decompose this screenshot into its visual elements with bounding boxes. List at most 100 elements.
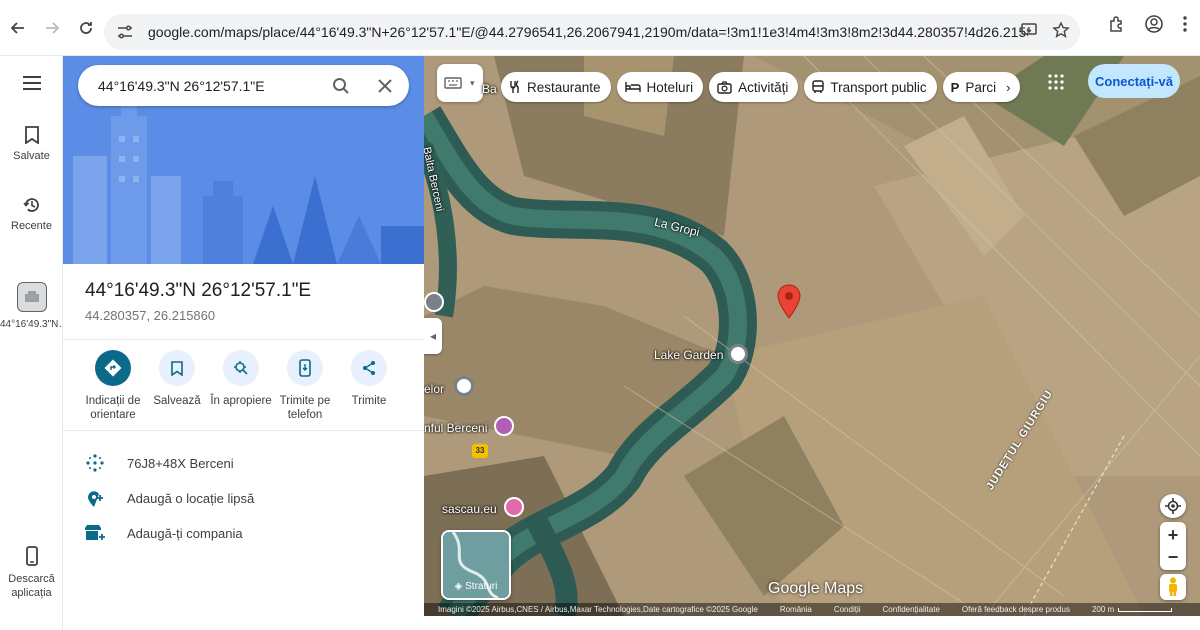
bed-icon [624, 81, 641, 93]
google-maps-watermark: Google Maps [768, 580, 864, 597]
keyboard-icon [444, 77, 462, 89]
saved-label: Salvate [13, 150, 50, 162]
layers-button[interactable]: ◈ Straturi [441, 530, 511, 600]
map-attribution: Imagini ©2025 Airbus,CNES / Airbus,Maxar… [424, 603, 1200, 616]
attribution-country[interactable]: România [780, 605, 812, 614]
share-button[interactable]: Trimite [337, 350, 401, 422]
place-title: 44°16'49.3"N 26°12'57.1"E [85, 280, 312, 301]
attribution-terms[interactable]: Condiții [834, 605, 861, 614]
search-box[interactable] [78, 65, 409, 106]
search-input[interactable] [98, 77, 318, 94]
chip-activities-label: Activități [738, 79, 789, 95]
url-text[interactable]: google.com/maps/place/44°16'49.3"N+26°12… [148, 24, 1028, 40]
apps-grid-icon[interactable] [1048, 74, 1064, 95]
my-location-button[interactable] [1160, 494, 1186, 518]
search-icon[interactable] [330, 75, 352, 97]
chip-restaurants[interactable]: Restaurante [501, 72, 611, 102]
address-bar[interactable]: google.com/maps/place/44°16'49.3"N+26°12… [104, 14, 1080, 50]
directions-icon [95, 350, 131, 386]
location-pin-icon[interactable] [776, 284, 802, 320]
nearby-label: În apropiere [210, 395, 272, 407]
museum-poi-icon[interactable] [494, 416, 514, 436]
chip-parking[interactable]: P Parci › [942, 72, 1021, 102]
camera-icon [717, 80, 732, 94]
add-business-icon [83, 524, 107, 542]
map-label-elor[interactable]: elor [424, 382, 444, 396]
map-canvas[interactable]: ◂ ▾ Restaurante Hoteluri Activități Tran… [424, 56, 1200, 616]
nearby-button[interactable]: În apropiere [209, 350, 273, 422]
zoom-out-icon[interactable]: − [1168, 546, 1179, 568]
save-label: Salvează [153, 395, 201, 407]
save-button[interactable]: Salvează [145, 350, 209, 422]
reload-icon[interactable] [70, 12, 102, 44]
collapse-panel-button[interactable]: ◂ [424, 318, 442, 354]
send-to-phone-icon [287, 350, 323, 386]
profile-icon[interactable] [1144, 14, 1164, 39]
museum-poi-icon[interactable] [424, 292, 444, 312]
map-label-berceni[interactable]: nful Berceni [424, 421, 487, 435]
hamburger-icon[interactable] [0, 76, 63, 90]
recent-place-button[interactable]: 44°16'49.3"N… [0, 282, 69, 331]
add-location-icon [83, 488, 107, 508]
attribution-imagery: Imagini ©2025 Airbus,CNES / Airbus,Maxar… [438, 605, 758, 614]
divider [63, 339, 424, 340]
phone-icon [0, 546, 63, 566]
nearby-icon [223, 350, 259, 386]
lake-garden-poi-icon[interactable] [728, 344, 748, 364]
chip-transit[interactable]: Transport public [804, 72, 937, 102]
recent-button[interactable]: Recente [0, 196, 63, 232]
add-missing-place-text: Adaugă o locație lipsă [127, 490, 255, 506]
shop-poi-icon[interactable] [504, 497, 524, 517]
bus-icon [812, 80, 825, 94]
layers-text: Straturi [465, 581, 498, 592]
add-missing-place-row[interactable]: Adaugă o locație lipsă [83, 486, 403, 510]
close-icon[interactable] [374, 75, 396, 97]
attribution-privacy[interactable]: Confidențialitate [883, 605, 940, 614]
map-label-ba: Ba [482, 82, 497, 96]
chip-hotels-label: Hoteluri [646, 79, 694, 95]
chip-hotels[interactable]: Hoteluri [616, 72, 704, 102]
plus-code-row[interactable]: 76J8+48X Berceni [83, 451, 403, 475]
pegman-icon [1169, 577, 1177, 596]
category-chips: Restaurante Hoteluri Activități Transpor… [501, 72, 1021, 102]
zoom-controls: + − [1160, 522, 1186, 570]
place-coordinates[interactable]: 44.280357, 26.215860 [85, 308, 215, 323]
download-app-button[interactable]: Descarcă aplicația [0, 546, 63, 600]
directions-button[interactable]: Indicații de orientare [81, 350, 145, 422]
chip-activities[interactable]: Activități [709, 72, 799, 102]
extensions-icon[interactable] [1108, 15, 1126, 38]
bookmark-star-icon[interactable] [1052, 21, 1070, 44]
install-app-icon[interactable] [1020, 21, 1038, 44]
menu-button[interactable] [0, 76, 63, 96]
attribution-feedback[interactable]: Oferă feedback despre produs [962, 605, 1070, 614]
scale-label[interactable]: 200 m [1092, 605, 1114, 614]
recent-place-label: 44°16'49.3"N… [0, 319, 69, 330]
history-icon [0, 196, 63, 214]
pegman-button[interactable] [1160, 574, 1186, 600]
browser-menu-icon[interactable] [1182, 15, 1188, 38]
action-bar: Indicații de orientare Salvează În aprop… [81, 350, 411, 422]
browser-toolbar: google.com/maps/place/44°16'49.3"N+26°12… [0, 0, 1200, 56]
map-label-lake-garden[interactable]: Lake Garden [654, 348, 723, 362]
chip-restaurants-label: Restaurante [527, 79, 601, 95]
fork-knife-icon [509, 80, 521, 94]
plus-code-text: 76J8+48X Berceni [127, 455, 234, 471]
chevron-right-icon[interactable]: › [1006, 80, 1010, 95]
forward-icon[interactable] [36, 12, 68, 44]
poi-marker-icon[interactable] [454, 376, 474, 396]
my-location-icon [1165, 498, 1181, 514]
saved-button[interactable]: Salvate [0, 126, 63, 162]
directions-label: Indicații de orientare [85, 395, 141, 421]
add-business-row[interactable]: Adaugă-ți compania [83, 521, 403, 545]
map-type-selector[interactable]: ▾ [437, 64, 483, 102]
map-label-sascau[interactable]: sascau.eu [442, 502, 497, 516]
zoom-in-icon[interactable]: + [1168, 524, 1179, 546]
site-settings-icon[interactable] [114, 21, 136, 43]
bookmark-icon [0, 126, 63, 144]
left-rail: Salvate Recente 44°16'49.3"N… Descarcă a… [0, 56, 69, 630]
sign-in-button[interactable]: Conectați-vă [1088, 64, 1180, 98]
back-icon[interactable] [2, 12, 34, 44]
dropdown-arrow-icon: ▾ [470, 77, 475, 88]
share-icon [351, 350, 387, 386]
send-to-phone-button[interactable]: Trimite pe telefon [273, 350, 337, 422]
